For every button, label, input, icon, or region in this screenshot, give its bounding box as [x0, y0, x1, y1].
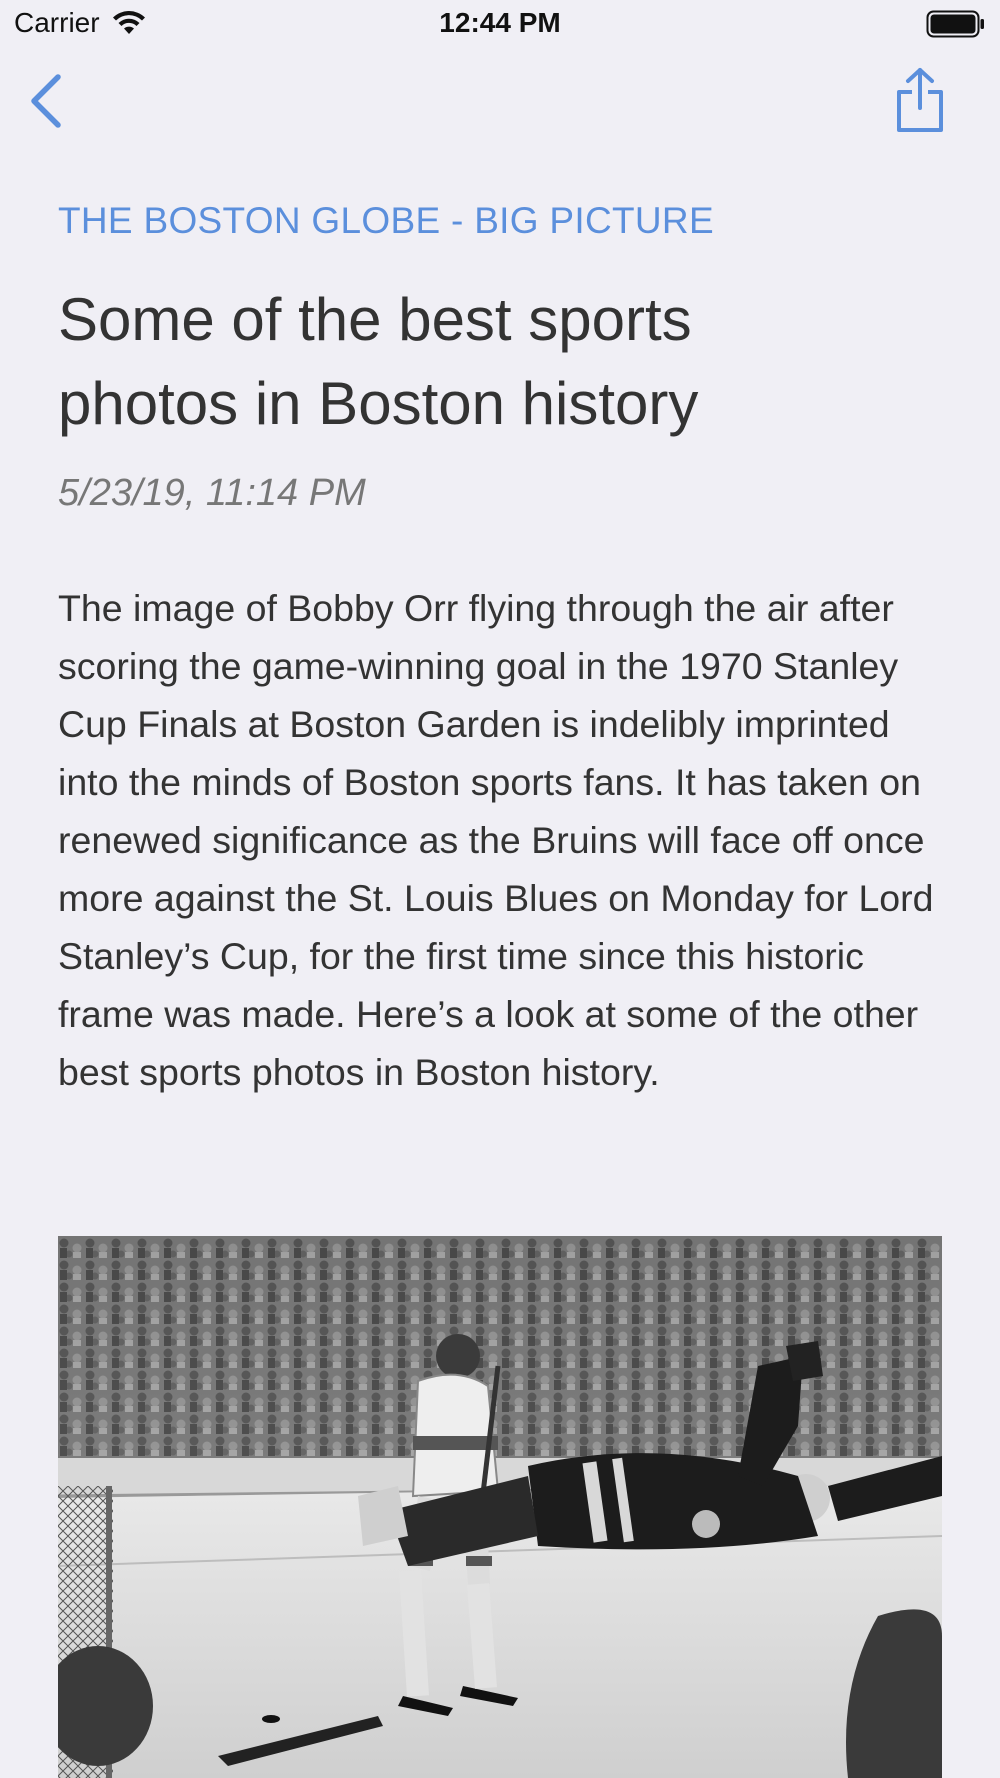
- share-icon: [897, 68, 943, 132]
- article-title: Some of the best sports photos in Boston…: [58, 286, 699, 437]
- share-button[interactable]: [892, 64, 948, 136]
- article-body: The image of Bobby Orr flying through th…: [58, 587, 934, 1093]
- battery-icon: [926, 10, 984, 38]
- article: THE BOSTON GLOBE - BIG PICTURE Some of t…: [58, 200, 948, 1101]
- article-source[interactable]: THE BOSTON GLOBE - BIG PICTURE: [58, 200, 948, 262]
- article-date: 5/23/19, 11:14 PM: [58, 472, 366, 514]
- chevron-left-icon: [31, 74, 61, 128]
- article-photo: [58, 1236, 942, 1778]
- navigation-bar: [0, 56, 1000, 146]
- back-button[interactable]: [20, 70, 72, 132]
- status-bar: Carrier 12:44 PM: [0, 0, 1000, 50]
- hockey-photo-image: [58, 1236, 942, 1778]
- status-time: 12:44 PM: [439, 7, 561, 38]
